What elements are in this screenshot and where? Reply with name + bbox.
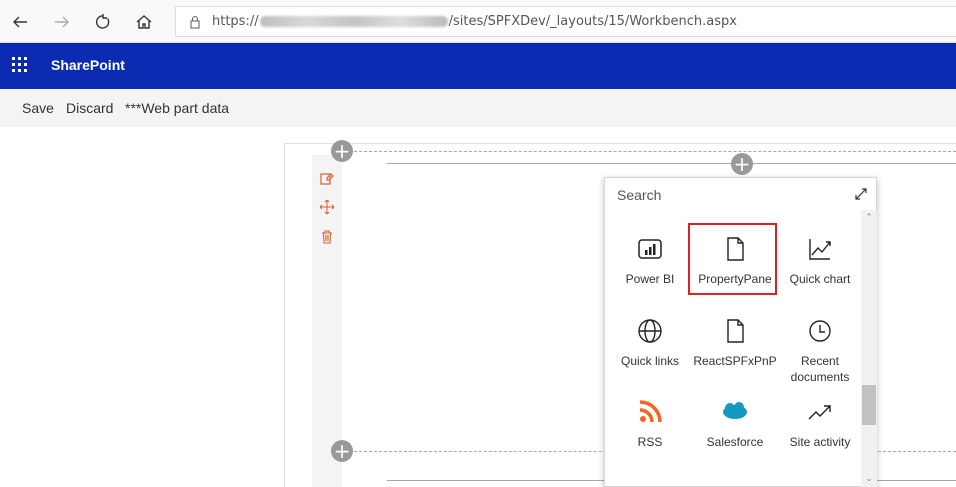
- browser-toolbar: https:// /sites/SPFXDev/_layouts/15/Work…: [0, 0, 956, 43]
- save-button[interactable]: Save: [22, 100, 54, 116]
- toolbox-item[interactable]: RSS: [607, 398, 693, 450]
- toolbox-item[interactable]: Quick chart: [777, 235, 863, 287]
- url-suffix: /sites/SPFXDev/_layouts/15/Workbench.asp…: [448, 14, 737, 29]
- suite-title[interactable]: SharePoint: [51, 57, 125, 73]
- command-bar: Save Discard ***Web part data: [0, 89, 956, 127]
- clock-icon: [806, 317, 834, 345]
- toolbox-search-input[interactable]: Search: [617, 187, 661, 203]
- toolbox-item[interactable]: Site activity: [777, 398, 863, 450]
- address-bar[interactable]: https:// /sites/SPFXDev/_layouts/15/Work…: [175, 6, 956, 37]
- power-bi-icon: [636, 235, 664, 263]
- toolbox-item[interactable]: Salesforce: [692, 398, 778, 450]
- move-icon[interactable]: [319, 199, 335, 215]
- add-section-bottom-button[interactable]: +: [331, 440, 353, 462]
- url-prefix: https://: [212, 14, 259, 29]
- toolbox-item[interactable]: Quick links: [607, 317, 693, 369]
- salesforce-cloud-icon: [721, 398, 749, 426]
- toolbox-item[interactable]: ReactSPFxPnP: [692, 317, 778, 369]
- scrollbar-thumb[interactable]: [862, 385, 876, 425]
- discard-button[interactable]: Discard: [66, 100, 113, 116]
- app-launcher-icon[interactable]: [12, 57, 30, 75]
- suite-bar: SharePoint: [0, 43, 956, 89]
- forward-arrow-icon[interactable]: [48, 8, 76, 36]
- back-arrow-icon[interactable]: [6, 8, 34, 36]
- web-part-data-button[interactable]: ***Web part data: [125, 100, 229, 116]
- page-icon: [721, 317, 749, 345]
- toolbox-item-label: Site activity: [789, 435, 851, 449]
- toolbox-item[interactable]: Power BI: [607, 235, 693, 287]
- scroll-up-icon[interactable]: ⌃: [863, 212, 875, 222]
- toolbox-item-label: Quick chart: [789, 272, 851, 286]
- chart-icon: [806, 235, 834, 263]
- toolbox-item-label: RSS: [637, 435, 663, 449]
- toolbox-item-label: Recent documents: [790, 354, 850, 384]
- section-toolbar: [312, 155, 342, 487]
- toolbox-item-label: ReactSPFxPnP: [693, 354, 777, 368]
- trend-icon: [806, 398, 834, 426]
- edit-icon[interactable]: [319, 171, 335, 187]
- column-divider-top: [387, 163, 956, 164]
- lock-icon: [188, 15, 202, 29]
- expand-icon[interactable]: [853, 186, 869, 202]
- toolbox-scrollbar[interactable]: [861, 210, 877, 487]
- toolbox-item-label: Quick links: [620, 354, 679, 368]
- section-divider-top: [354, 151, 956, 152]
- highlight-box: [688, 223, 777, 295]
- url-redacted: [259, 16, 448, 27]
- home-icon[interactable]: [130, 8, 158, 36]
- rss-icon: [636, 398, 664, 426]
- toolbox-item-label: Salesforce: [706, 435, 764, 449]
- toolbox-item-label: Power BI: [625, 272, 675, 286]
- globe-icon: [636, 317, 664, 345]
- scroll-down-icon[interactable]: ⌄: [863, 473, 875, 483]
- refresh-icon[interactable]: [89, 8, 117, 36]
- delete-icon[interactable]: [319, 229, 335, 245]
- add-web-part-button[interactable]: +: [731, 153, 753, 175]
- add-section-top-button[interactable]: +: [331, 140, 353, 162]
- toolbox-item[interactable]: Recent documents: [777, 317, 863, 385]
